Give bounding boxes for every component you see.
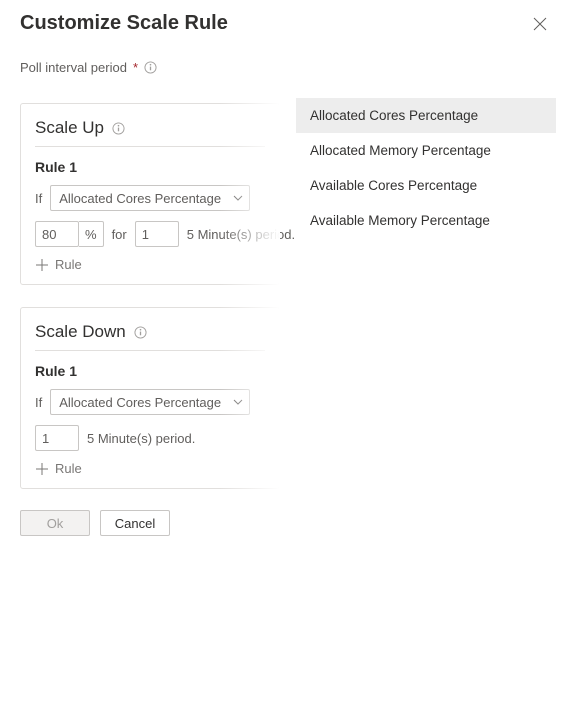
period-suffix: 5 Minute(s) period. (187, 227, 295, 242)
dropdown-option-allocated-cores[interactable]: Allocated Cores Percentage (296, 98, 556, 133)
scale-down-metric-select[interactable]: Allocated Cores Percentage (50, 389, 250, 415)
info-icon[interactable] (134, 326, 147, 339)
cancel-button[interactable]: Cancel (100, 510, 170, 536)
scale-up-metric-select[interactable]: Allocated Cores Percentage (50, 185, 250, 211)
scale-up-section: Scale Up Rule 1 If Allocated Cores Perce… (20, 103, 280, 285)
metric-dropdown-list: Allocated Cores Percentage Allocated Mem… (296, 98, 556, 238)
scale-up-threshold-input[interactable] (35, 221, 79, 247)
ok-button[interactable]: Ok (20, 510, 90, 536)
scale-down-title: Scale Down (35, 322, 126, 342)
scale-down-section: Scale Down Rule 1 If Allocated Cores Per… (20, 307, 280, 489)
select-value: Allocated Cores Percentage (59, 191, 221, 206)
period-suffix: 5 Minute(s) period. (87, 431, 195, 446)
dialog-title: Customize Scale Rule (20, 12, 228, 35)
poll-interval-label: Poll interval period (20, 60, 127, 75)
info-icon[interactable] (144, 61, 157, 74)
select-value: Allocated Cores Percentage (59, 395, 221, 410)
info-icon[interactable] (112, 122, 125, 135)
add-rule-label: Rule (55, 257, 82, 272)
scale-up-title: Scale Up (35, 118, 104, 138)
scale-up-duration-input[interactable] (135, 221, 179, 247)
required-mark: * (133, 60, 138, 75)
if-label: If (35, 191, 42, 206)
close-button[interactable] (529, 13, 551, 35)
chevron-down-icon (233, 397, 243, 407)
if-label: If (35, 395, 42, 410)
scale-up-rule-label: Rule 1 (35, 159, 265, 175)
close-icon (533, 17, 547, 31)
chevron-down-icon (233, 193, 243, 203)
dropdown-option-allocated-memory[interactable]: Allocated Memory Percentage (296, 133, 556, 168)
poll-interval-row: Poll interval period * (20, 60, 280, 75)
plus-icon (35, 258, 49, 272)
plus-icon (35, 462, 49, 476)
percent-unit: % (79, 221, 104, 247)
scale-down-rule-label: Rule 1 (35, 363, 265, 379)
for-label: for (112, 227, 127, 242)
dropdown-option-available-memory[interactable]: Available Memory Percentage (296, 203, 556, 238)
add-scale-up-rule-button[interactable]: Rule (35, 257, 265, 272)
scale-down-duration-input[interactable] (35, 425, 79, 451)
dropdown-option-available-cores[interactable]: Available Cores Percentage (296, 168, 556, 203)
add-scale-down-rule-button[interactable]: Rule (35, 461, 265, 476)
add-rule-label: Rule (55, 461, 82, 476)
